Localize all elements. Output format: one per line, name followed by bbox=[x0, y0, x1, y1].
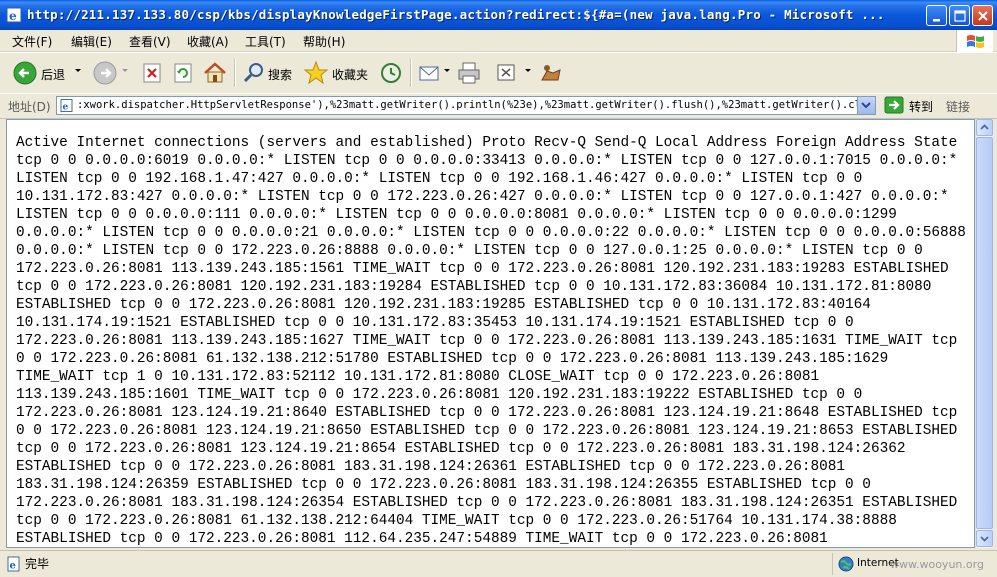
address-label: 地址(D) bbox=[8, 100, 51, 114]
close-button[interactable] bbox=[972, 5, 993, 26]
messenger-icon bbox=[541, 65, 561, 81]
history-icon bbox=[381, 63, 401, 83]
forward-button[interactable] bbox=[92, 60, 118, 86]
go-button[interactable]: 转到 bbox=[884, 96, 933, 115]
address-input[interactable]: e :xwork.dispatcher.HttpServletResponse'… bbox=[56, 96, 876, 115]
back-button[interactable]: 后退 bbox=[12, 60, 74, 86]
svg-text:e: e bbox=[9, 9, 17, 23]
scroll-up-button[interactable] bbox=[976, 119, 993, 136]
menu-help[interactable]: 帮助(H) bbox=[303, 33, 345, 50]
svg-text:e: e bbox=[63, 103, 69, 113]
mail-icon bbox=[419, 66, 439, 81]
title-bar[interactable]: e http://211.137.133.80/csp/kbs/displayK… bbox=[0, 0, 997, 30]
history-button[interactable] bbox=[378, 60, 404, 86]
back-label: 后退 bbox=[41, 68, 66, 82]
chevron-down-icon bbox=[980, 536, 989, 542]
status-bar: e 完毕 Internet bbox=[0, 550, 997, 577]
chevron-up-icon bbox=[980, 124, 989, 130]
go-arrow-icon bbox=[884, 96, 904, 114]
menu-tools[interactable]: 工具(T) bbox=[245, 33, 286, 50]
address-dropdown-button[interactable] bbox=[857, 97, 875, 114]
page-done-icon: e bbox=[7, 556, 20, 572]
search-label: 搜索 bbox=[268, 68, 293, 82]
forward-icon bbox=[93, 61, 117, 85]
refresh-icon bbox=[174, 63, 192, 83]
home-icon bbox=[204, 62, 226, 83]
stop-icon bbox=[143, 63, 161, 83]
minimize-icon bbox=[933, 19, 940, 22]
vertical-scrollbar[interactable] bbox=[975, 119, 993, 548]
watermark: www.wooyun.org bbox=[890, 558, 984, 571]
svg-text:e: e bbox=[10, 561, 16, 572]
window-title: http://211.137.133.80/csp/kbs/displayKno… bbox=[27, 7, 885, 22]
mail-dropdown-icon[interactable] bbox=[444, 69, 450, 72]
edit-button[interactable] bbox=[494, 60, 520, 86]
windows-logo bbox=[956, 30, 993, 52]
maximize-button[interactable] bbox=[949, 5, 970, 26]
home-button[interactable] bbox=[202, 60, 228, 86]
favorites-button[interactable]: 收藏夹 bbox=[303, 60, 371, 86]
search-icon bbox=[243, 63, 263, 83]
netstat-output: Active Internet connections (servers and… bbox=[16, 135, 966, 547]
menu-bar: 文件(F) 编辑(E) 查看(V) 收藏(A) 工具(T) 帮助(H) bbox=[0, 30, 997, 52]
ie-icon: e bbox=[6, 7, 22, 23]
print-icon bbox=[458, 62, 480, 84]
favorites-icon bbox=[303, 60, 329, 85]
menu-edit[interactable]: 编辑(E) bbox=[71, 33, 112, 50]
menu-favorites[interactable]: 收藏(A) bbox=[187, 33, 229, 50]
edit-icon bbox=[497, 64, 515, 81]
scroll-thumb[interactable] bbox=[976, 137, 993, 529]
windows-flag-icon bbox=[967, 35, 984, 48]
close-icon bbox=[978, 11, 988, 21]
links-button[interactable]: 链接 bbox=[946, 98, 970, 115]
stop-button[interactable] bbox=[141, 60, 163, 86]
minimize-button[interactable] bbox=[926, 5, 947, 26]
page-content: Active Internet connections (servers and… bbox=[6, 119, 975, 548]
edit-dropdown-icon[interactable] bbox=[525, 69, 531, 72]
search-button[interactable]: 搜索 bbox=[241, 60, 297, 86]
standard-toolbar: 后退 搜索 收藏夹 bbox=[0, 52, 997, 94]
mail-button[interactable] bbox=[417, 60, 443, 86]
print-button[interactable] bbox=[456, 60, 482, 86]
maximize-icon bbox=[954, 10, 966, 22]
address-value: :xwork.dispatcher.HttpServletResponse'),… bbox=[77, 99, 876, 111]
toolbar-separator bbox=[410, 59, 412, 87]
messenger-button[interactable] bbox=[538, 60, 564, 86]
back-dropdown-icon[interactable] bbox=[75, 69, 81, 72]
menu-file[interactable]: 文件(F) bbox=[12, 33, 52, 50]
go-label: 转到 bbox=[909, 100, 934, 114]
forward-dropdown-icon[interactable] bbox=[122, 69, 128, 72]
refresh-button[interactable] bbox=[172, 60, 194, 86]
menu-view[interactable]: 查看(V) bbox=[129, 33, 171, 50]
favorites-label: 收藏夹 bbox=[332, 68, 369, 82]
browser-window: e http://211.137.133.80/csp/kbs/displayK… bbox=[0, 0, 997, 577]
back-icon bbox=[13, 61, 37, 85]
scroll-down-button[interactable] bbox=[976, 530, 993, 547]
page-icon: e bbox=[60, 99, 73, 112]
address-bar: 地址(D) e :xwork.dispatcher.HttpServletRes… bbox=[0, 93, 997, 119]
chevron-down-icon bbox=[861, 102, 871, 109]
globe-icon bbox=[838, 556, 854, 572]
toolbar-separator bbox=[234, 59, 236, 87]
status-text: 完毕 bbox=[25, 557, 50, 571]
